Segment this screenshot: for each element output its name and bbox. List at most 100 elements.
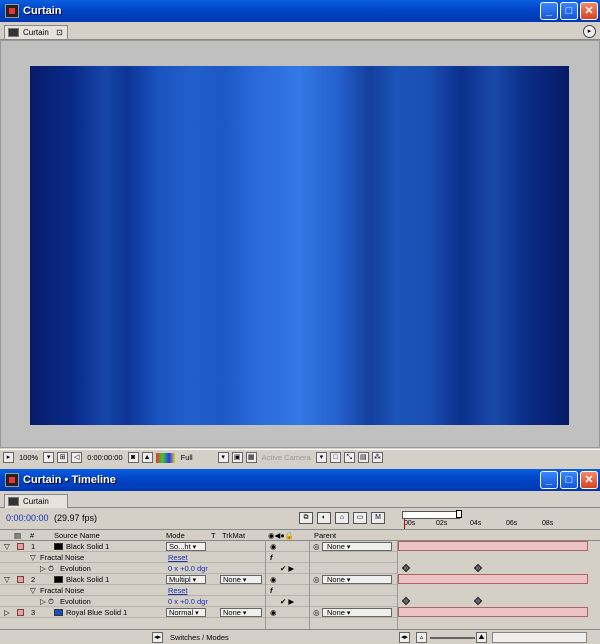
fast-preview-button[interactable]: ⤡ — [343, 452, 355, 463]
twirl-icon[interactable]: ▽ — [4, 575, 10, 584]
keyframe-marker[interactable] — [401, 563, 411, 573]
motion-blur-icon[interactable]: ▭ — [353, 512, 367, 524]
reset-link[interactable]: Reset — [168, 586, 188, 595]
switches-modes-toggle[interactable]: Switches / Modes — [170, 633, 229, 642]
twirl-icon[interactable]: ▷ — [40, 564, 46, 573]
mask-view-button[interactable]: ◁ — [71, 452, 83, 463]
twirl-icon[interactable]: ▽ — [4, 542, 10, 551]
region-of-interest-button[interactable]: ▣ — [231, 452, 243, 463]
effect-row[interactable]: ▽ Fractal Noise Reset f — [0, 552, 398, 563]
timeline-button[interactable]: ▤ — [357, 452, 369, 463]
layer-row[interactable]: ▷ 3 Royal Blue Solid 1 Normal ▾ None ▾ ◉ ◎ None… — [0, 607, 398, 618]
property-row[interactable]: ▷ ⏱ Evolution 0 x +0.0 dgr ✔ ▶ — [0, 563, 398, 574]
flowchart-button[interactable]: ⁂ — [371, 452, 383, 463]
maximize-button[interactable]: □ — [560, 471, 578, 489]
timeline-nav-icon[interactable]: ◂▸ — [399, 632, 411, 643]
stopwatch-icon[interactable]: ⏱ — [48, 597, 54, 607]
fx-icon[interactable]: f — [270, 553, 273, 562]
tab-close-icon[interactable]: ⊡ — [56, 26, 63, 39]
source-name-header[interactable]: Source Name — [54, 531, 100, 540]
layer-duration-bar[interactable] — [398, 541, 588, 551]
fps-display: (29.97 fps) — [54, 513, 98, 523]
pickwhip-icon[interactable]: ◎ — [313, 542, 320, 551]
trkmat-select[interactable]: None ▾ — [220, 575, 262, 584]
pickwhip-icon[interactable]: ◎ — [313, 575, 320, 584]
comp-tabstrip: Curtain ⊡ ▸ — [0, 22, 600, 40]
blend-mode-select[interactable]: Multipl ▾ — [166, 575, 206, 584]
twirl-icon[interactable]: ▽ — [30, 586, 36, 595]
keyframe-check-icon[interactable]: ✔ ▶ — [280, 564, 294, 573]
composition-viewer[interactable] — [0, 40, 600, 448]
zoom-slider-handle[interactable] — [456, 510, 462, 518]
snapshot-button[interactable]: ◙ — [127, 452, 139, 463]
frame-blending-icon[interactable]: ⌂ — [335, 512, 349, 524]
fx-icon[interactable]: f — [270, 586, 273, 595]
comp-marker-icon[interactable]: ⧉ — [299, 512, 313, 524]
minimize-button[interactable]: _ — [540, 471, 558, 489]
resolution-dropdown-icon[interactable]: ▾ — [217, 452, 229, 463]
video-eye-icon[interactable]: ◉ — [270, 542, 277, 551]
view-layout-button[interactable]: □ — [329, 452, 341, 463]
layer-name[interactable]: Royal Blue Solid 1 — [66, 608, 127, 617]
parent-select[interactable]: None ▾ — [322, 542, 392, 551]
graph-editor-icon[interactable]: M — [371, 512, 385, 524]
property-value[interactable]: 0 x +0.0 dgr — [168, 597, 208, 606]
camera-dropdown-icon[interactable]: ▾ — [315, 452, 327, 463]
twirl-icon[interactable]: ▷ — [4, 608, 10, 617]
current-time-display[interactable]: 0:00:00:00 — [6, 513, 49, 523]
timeline-track-area[interactable] — [398, 541, 588, 629]
blend-mode-select[interactable]: Normal ▾ — [166, 608, 206, 617]
zoom-select[interactable]: 100% — [17, 453, 40, 462]
zoom-slider[interactable] — [430, 637, 475, 639]
parent-select[interactable]: None ▾ — [322, 575, 392, 584]
horizontal-scrollbar[interactable] — [492, 632, 587, 643]
reset-link[interactable]: Reset — [168, 553, 188, 562]
close-button[interactable]: ✕ — [580, 471, 598, 489]
stopwatch-icon[interactable]: ⏱ — [48, 564, 54, 574]
blend-mode-select[interactable]: So...ht ▾ — [166, 542, 206, 551]
tab-curtain-comp[interactable]: Curtain ⊡ — [4, 25, 68, 39]
layer-name[interactable]: Black Solid 1 — [66, 575, 109, 584]
trkmat-select[interactable]: None ▾ — [220, 608, 262, 617]
expand-icon[interactable]: ◂▸ — [152, 632, 164, 643]
minimize-button[interactable]: _ — [540, 2, 558, 20]
property-value[interactable]: 0 x +0.0 dgr — [168, 564, 208, 573]
zoom-in-icon[interactable]: ⛰ — [476, 632, 487, 643]
keyframe-check-icon[interactable]: ✔ ▶ — [280, 597, 294, 606]
zoom-out-icon[interactable]: ▵ — [416, 632, 427, 643]
work-area-bar[interactable] — [402, 511, 460, 519]
show-snapshot-button[interactable]: ▲ — [141, 452, 153, 463]
safe-zones-button[interactable]: ⊞ — [57, 452, 69, 463]
current-time-field[interactable]: 0:00:00:00 — [85, 453, 124, 462]
layer-row[interactable]: ▽ 1 Black Solid 1 So...ht ▾ ◉ ◎ None ▾ — [0, 541, 398, 552]
label-color-swatch[interactable] — [17, 576, 24, 583]
close-button[interactable]: ✕ — [580, 2, 598, 20]
effect-row[interactable]: ▽ Fractal Noise Reset f — [0, 585, 398, 596]
resolution-select[interactable]: Full — [179, 453, 215, 462]
keyframe-marker[interactable] — [401, 596, 411, 606]
label-color-swatch[interactable] — [17, 543, 24, 550]
layer-duration-bar[interactable] — [398, 574, 588, 584]
always-preview-button[interactable]: ▸ — [3, 452, 14, 463]
tab-curtain-timeline[interactable]: Curtain — [4, 494, 68, 508]
layer-duration-bar[interactable] — [398, 607, 588, 617]
property-row[interactable]: ▷ ⏱ Evolution 0 x +0.0 dgr ✔ ▶ — [0, 596, 398, 607]
pickwhip-icon[interactable]: ◎ — [313, 608, 320, 617]
twirl-icon[interactable]: ▽ — [30, 553, 36, 562]
video-eye-icon[interactable]: ◉ — [270, 608, 277, 617]
zoom-dropdown-icon[interactable]: ▾ — [43, 452, 55, 463]
layer-name[interactable]: Black Solid 1 — [66, 542, 109, 551]
label-color-swatch[interactable] — [17, 609, 24, 616]
shy-layers-icon[interactable]: ◐ — [317, 512, 331, 524]
keyframe-marker[interactable] — [473, 563, 483, 573]
keyframe-marker[interactable] — [473, 596, 483, 606]
parent-select[interactable]: None ▾ — [322, 608, 392, 617]
panel-menu-button[interactable]: ▸ — [583, 25, 596, 38]
twirl-icon[interactable]: ▷ — [40, 597, 46, 606]
transparency-grid-button[interactable]: ▦ — [245, 452, 257, 463]
channel-icon[interactable] — [155, 452, 176, 463]
camera-select[interactable]: Active Camera — [260, 453, 313, 462]
maximize-button[interactable]: □ — [560, 2, 578, 20]
layer-row[interactable]: ▽ 2 Black Solid 1 Multipl ▾ None ▾ ◉ ◎ None ▾ — [0, 574, 398, 585]
video-eye-icon[interactable]: ◉ — [270, 575, 277, 584]
